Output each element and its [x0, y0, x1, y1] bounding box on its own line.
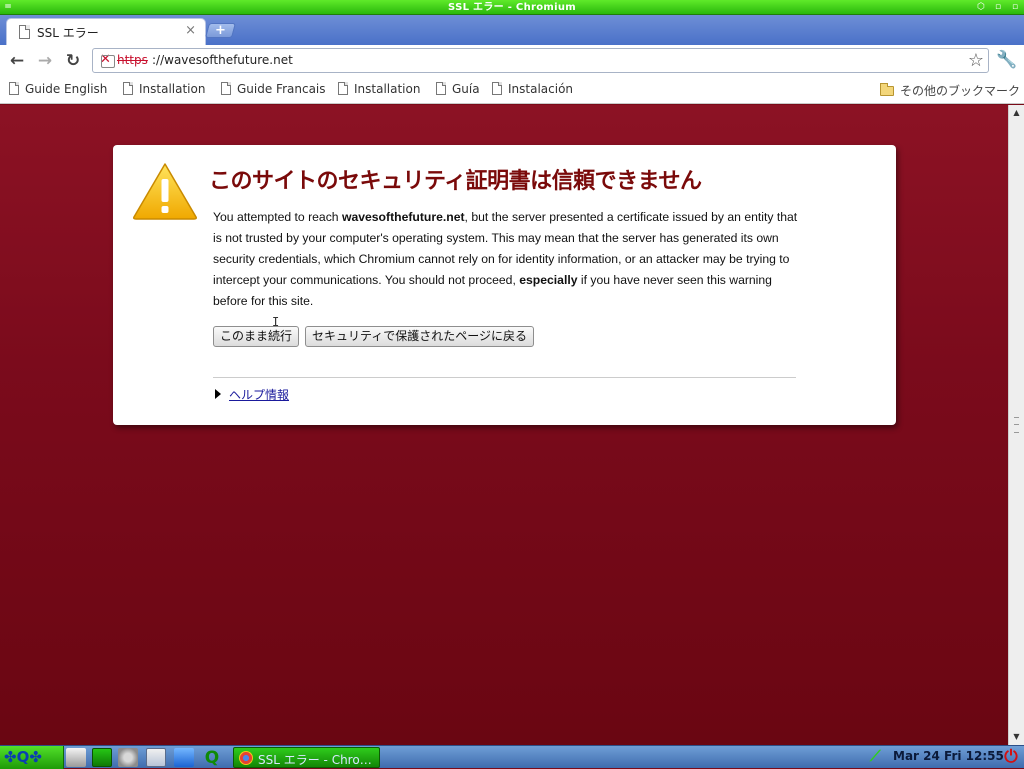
taskbar: ✤Q✤ Q SSL エラー - Chro… ⟋ Mar 24 Fri 12:55…: [0, 745, 1024, 769]
site-domain: wavesofthefuture.net: [341, 210, 465, 224]
close-tab-icon[interactable]: ×: [185, 23, 196, 38]
page-icon: [123, 82, 133, 95]
page-icon: [221, 82, 231, 95]
bookmark-item[interactable]: Guide English: [9, 82, 107, 96]
clock[interactable]: Mar 24 Fri 12:55: [893, 749, 1004, 763]
bookmark-item[interactable]: Guía: [436, 82, 480, 96]
page-content: このサイトのセキュリティ証明書は信頼できません You attempted to…: [0, 105, 1008, 745]
start-menu-button[interactable]: ✤Q✤: [0, 746, 64, 769]
taskbar-task-chromium[interactable]: SSL エラー - Chro…: [233, 747, 380, 768]
bookmark-item[interactable]: Instalación: [492, 82, 573, 96]
bookmark-label: Guide Francais: [237, 82, 326, 96]
help-link[interactable]: ヘルプ情報: [229, 388, 289, 402]
page-icon: [9, 82, 19, 95]
page-icon: [492, 82, 502, 95]
quick-launch-q-icon[interactable]: Q: [202, 748, 222, 768]
other-bookmarks-label: その他のブックマーク: [899, 84, 1020, 98]
terminal-icon[interactable]: [92, 748, 112, 767]
vertical-scrollbar[interactable]: ▲ ▼: [1008, 105, 1024, 745]
bookmark-item[interactable]: Installation: [123, 82, 205, 96]
reload-button[interactable]: ↻: [62, 50, 84, 72]
bookmark-item[interactable]: Installation: [338, 82, 420, 96]
page-icon: [338, 82, 348, 95]
download-icon[interactable]: [174, 748, 194, 767]
close-window-icon[interactable]: ▫: [1010, 2, 1020, 12]
task-title: SSL エラー - Chro…: [258, 753, 372, 767]
scroll-down-icon[interactable]: ▼: [1009, 731, 1024, 743]
bookmark-label: Installation: [354, 82, 421, 96]
plus-icon: +: [215, 23, 226, 38]
back-button[interactable]: ←: [6, 50, 28, 72]
url-host[interactable]: ://wavesofthefuture.net: [152, 53, 293, 67]
wrench-menu-icon[interactable]: 🔧: [996, 50, 1017, 70]
back-to-safety-button[interactable]: セキュリティで保護されたページに戻る: [305, 326, 535, 347]
scroll-up-icon[interactable]: ▲: [1009, 107, 1024, 119]
address-bar[interactable]: ✕ https ://wavesofthefuture.net ☆: [92, 48, 989, 73]
ssl-error-card: このサイトのセキュリティ証明書は信頼できません You attempted to…: [113, 145, 896, 425]
warning-icon: [133, 163, 197, 220]
forward-button[interactable]: →: [34, 50, 56, 72]
window-titlebar[interactable]: = SSL エラー - Chromium ⬡ ▫ ▫: [0, 0, 1024, 15]
text-cursor-icon: I: [272, 315, 280, 329]
show-desktop-icon[interactable]: [66, 748, 86, 767]
window-title: SSL エラー - Chromium: [448, 2, 576, 13]
settings-gear-icon[interactable]: [118, 748, 138, 767]
help-toggle[interactable]: ヘルプ情報: [215, 386, 289, 403]
browser-toolbar: ← → ↻ ✕ https ://wavesofthefuture.net ☆: [0, 45, 1024, 76]
bookmarks-bar: Guide English Installation Guide Francai…: [0, 76, 1024, 104]
error-description: You attempted to reach wavesofthefuture.…: [213, 207, 803, 312]
disclosure-triangle-icon[interactable]: [215, 389, 221, 399]
bookmark-star-icon[interactable]: ☆: [968, 50, 984, 71]
body-text-part: You attempted to reach: [213, 210, 342, 224]
minimize-icon[interactable]: ⬡: [976, 2, 986, 12]
new-tab-button[interactable]: +: [204, 23, 237, 38]
folder-icon: [879, 83, 894, 96]
chromium-icon: [239, 751, 253, 765]
bookmark-item[interactable]: Guide Francais: [221, 82, 326, 96]
power-icon[interactable]: ⏻: [1000, 747, 1022, 768]
tab-ssl-error[interactable]: SSL エラー ×: [6, 18, 206, 45]
bookmark-label: Installation: [139, 82, 206, 96]
bookmark-label: Guide English: [25, 82, 108, 96]
file-manager-icon[interactable]: [146, 748, 166, 767]
url-scheme[interactable]: https: [117, 53, 148, 67]
bookmark-label: Guía: [452, 82, 480, 96]
emphasis-text: especially: [519, 273, 578, 287]
divider: [213, 377, 796, 378]
page-title: このサイトのセキュリティ証明書は信頼できません: [209, 169, 702, 194]
tab-title: SSL エラー: [37, 26, 99, 40]
bookmark-label: Instalación: [508, 82, 574, 96]
network-icon[interactable]: ⟋: [870, 747, 888, 767]
proceed-button[interactable]: このまま続行: [213, 326, 300, 347]
other-bookmarks[interactable]: その他のブックマーク: [879, 82, 1020, 99]
scroll-grip[interactable]: [1014, 417, 1019, 433]
start-menu-icon: ✤Q✤: [4, 748, 42, 766]
page-icon: [19, 25, 30, 39]
broken-lock-icon[interactable]: ✕: [100, 53, 115, 68]
tab-strip: SSL エラー × +: [0, 15, 1024, 45]
maximize-icon[interactable]: ▫: [993, 2, 1003, 12]
page-icon: [436, 82, 446, 95]
